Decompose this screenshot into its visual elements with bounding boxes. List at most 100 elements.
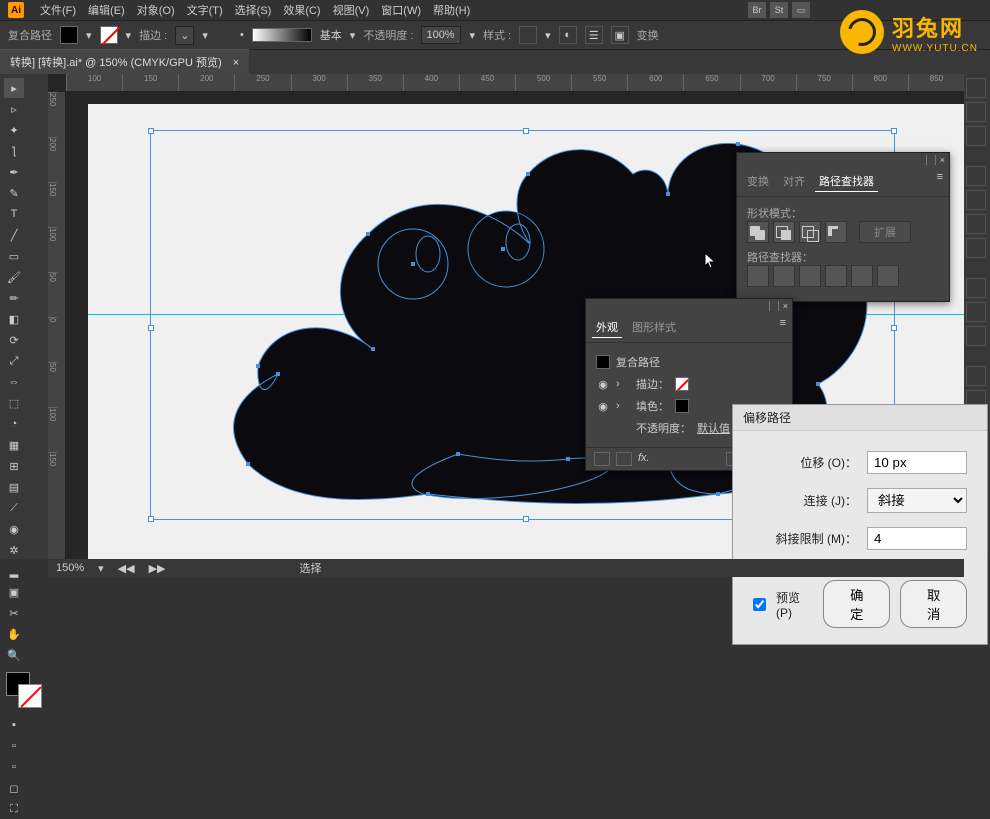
shape-builder-tool[interactable]: ◔ xyxy=(4,414,24,434)
merge-button[interactable] xyxy=(799,265,821,287)
opacity-value[interactable]: 默认值 xyxy=(697,420,730,436)
properties-dock-icon[interactable] xyxy=(966,78,986,98)
direct-selection-tool[interactable]: ▹ xyxy=(4,99,24,119)
menu-edit[interactable]: 编辑(E) xyxy=(82,0,131,20)
offset-input[interactable] xyxy=(867,451,967,474)
add-fill-icon[interactable] xyxy=(616,452,632,466)
stroke-color-swatch[interactable] xyxy=(18,684,42,708)
stroke-unit-dropdown[interactable]: ▾ xyxy=(202,29,208,42)
stroke-row-label[interactable]: 描边： xyxy=(636,376,669,392)
color-dock-icon[interactable] xyxy=(966,166,986,186)
shape-icon[interactable]: ▣ xyxy=(611,26,629,44)
gradient-mode-icon[interactable]: ▫ xyxy=(4,736,24,756)
gradient-tool[interactable]: ▤ xyxy=(4,477,24,497)
libraries-dock-icon[interactable] xyxy=(966,126,986,146)
nav-next-icon[interactable]: ▶▶ xyxy=(149,562,166,575)
hand-tool[interactable]: ✋ xyxy=(4,624,24,644)
menu-help[interactable]: 帮助(H) xyxy=(427,0,476,20)
zoom-tool[interactable]: 🔍 xyxy=(4,645,24,665)
expand-fill-icon[interactable]: › xyxy=(616,400,630,412)
pen-tool[interactable]: ✒ xyxy=(4,162,24,182)
fill-swatch[interactable] xyxy=(60,26,78,44)
add-effect-icon[interactable]: fx. xyxy=(638,452,650,466)
divide-button[interactable] xyxy=(747,265,769,287)
slice-tool[interactable]: ✂ xyxy=(4,603,24,623)
fill-dropdown-icon[interactable]: ▾ xyxy=(86,29,92,42)
zoom-dropdown-icon[interactable]: ▾ xyxy=(98,562,104,575)
stroke-dock-icon[interactable] xyxy=(966,278,986,298)
lasso-tool[interactable]: ƪ xyxy=(4,141,24,161)
stroke-swatch[interactable] xyxy=(675,377,689,391)
magic-wand-tool[interactable]: ✦ xyxy=(4,120,24,140)
ok-button[interactable]: 确定 xyxy=(823,580,890,628)
transparency-dock-icon[interactable] xyxy=(966,326,986,346)
expand-button[interactable]: 扩展 xyxy=(859,221,911,243)
stroke-weight-dropdown[interactable]: ⌄ xyxy=(175,26,194,45)
symbols-dock-icon[interactable] xyxy=(966,238,986,258)
graph-tool[interactable]: ▂ xyxy=(4,561,24,581)
swatches-dock-icon[interactable] xyxy=(966,190,986,210)
panel-menu-icon[interactable]: ≡ xyxy=(780,317,786,338)
crop-button[interactable] xyxy=(825,265,847,287)
gradient-dock-icon[interactable] xyxy=(966,302,986,322)
recolor-icon[interactable]: ◐ xyxy=(559,26,577,44)
symbol-sprayer-tool[interactable]: ✲ xyxy=(4,540,24,560)
width-tool[interactable]: ⇔ xyxy=(4,372,24,392)
zoom-level[interactable]: 150% xyxy=(56,562,84,574)
tab-pathfinder[interactable]: 路径查找器 xyxy=(815,171,878,192)
panel-close-icon[interactable]: × xyxy=(940,155,945,165)
unite-button[interactable] xyxy=(747,221,769,243)
stock-icon[interactable]: St xyxy=(770,2,788,18)
join-select[interactable]: 斜接 xyxy=(867,488,967,513)
panel-close-icon[interactable]: × xyxy=(783,301,788,311)
minus-front-button[interactable] xyxy=(773,221,795,243)
panel-menu-icon[interactable]: ≡ xyxy=(937,171,943,192)
screen-mode-icon[interactable]: ⛶ xyxy=(4,799,24,819)
opacity-input[interactable]: 100% xyxy=(421,26,461,44)
horizontal-ruler[interactable]: 100 150 200 250 300 350 400 450 500 550 … xyxy=(66,74,964,92)
menu-object[interactable]: 对象(O) xyxy=(131,0,181,20)
add-stroke-icon[interactable] xyxy=(594,452,610,466)
draw-normal-icon[interactable]: ◻ xyxy=(4,778,24,798)
brushes-dock-icon[interactable] xyxy=(966,214,986,234)
curvature-tool[interactable]: ✎ xyxy=(4,183,24,203)
bridge-icon[interactable]: Br xyxy=(748,2,766,18)
panel-collapse-icon[interactable] xyxy=(926,155,936,165)
preview-label[interactable]: 预览 (P) xyxy=(776,589,803,620)
transform-label[interactable]: 变换 xyxy=(637,27,659,43)
close-tab-icon[interactable]: × xyxy=(233,57,239,69)
appearance-dock-icon[interactable] xyxy=(966,366,986,386)
menu-file[interactable]: 文件(F) xyxy=(34,0,82,20)
intersect-button[interactable] xyxy=(799,221,821,243)
opacity-row-label[interactable]: 不透明度： xyxy=(636,420,691,436)
offset-path-dialog[interactable]: 偏移路径 位移 (O)： 连接 (J)： 斜接 斜接限制 (M)： 预览 (P)… xyxy=(732,404,988,645)
layers-dock-icon[interactable] xyxy=(966,102,986,122)
type-tool[interactable]: T xyxy=(4,204,24,224)
menu-type[interactable]: 文字(T) xyxy=(181,0,229,20)
vertical-ruler[interactable]: 250 200 150 100 50 0 50 100 150 xyxy=(48,92,66,559)
outline-button[interactable] xyxy=(851,265,873,287)
scale-tool[interactable]: ⤢ xyxy=(4,351,24,371)
nav-prev-icon[interactable]: ◀◀ xyxy=(118,562,135,575)
menu-window[interactable]: 窗口(W) xyxy=(375,0,427,20)
menu-effect[interactable]: 效果(C) xyxy=(277,0,326,20)
fill-swatch[interactable] xyxy=(675,399,689,413)
document-tab[interactable]: 转换] [转换].ai* @ 150% (CMYK/GPU 预览) × xyxy=(0,49,249,74)
eyedropper-tool[interactable]: ⟋ xyxy=(4,498,24,518)
arrange-icon[interactable]: ▭ xyxy=(792,2,810,18)
tab-appearance[interactable]: 外观 xyxy=(592,317,622,338)
brush-preset[interactable] xyxy=(252,28,312,42)
line-tool[interactable]: ╱ xyxy=(4,225,24,245)
style-swatch[interactable] xyxy=(519,26,537,44)
pencil-tool[interactable]: ✏ xyxy=(4,288,24,308)
tab-transform[interactable]: 变换 xyxy=(743,171,773,192)
align-icon[interactable]: ☰ xyxy=(585,26,603,44)
rectangle-tool[interactable]: ▭ xyxy=(4,246,24,266)
visibility-toggle-fill[interactable]: ◉ xyxy=(596,400,610,413)
panel-collapse-icon[interactable] xyxy=(769,301,779,311)
pathfinder-panel[interactable]: × 变换 对齐 路径查找器 ≡ 形状模式： 扩展 路径查找器： xyxy=(736,152,950,302)
menu-view[interactable]: 视图(V) xyxy=(327,0,376,20)
rotate-tool[interactable]: ⟳ xyxy=(4,330,24,350)
stroke-swatch[interactable] xyxy=(100,26,118,44)
artboard-tool[interactable]: ▣ xyxy=(4,582,24,602)
